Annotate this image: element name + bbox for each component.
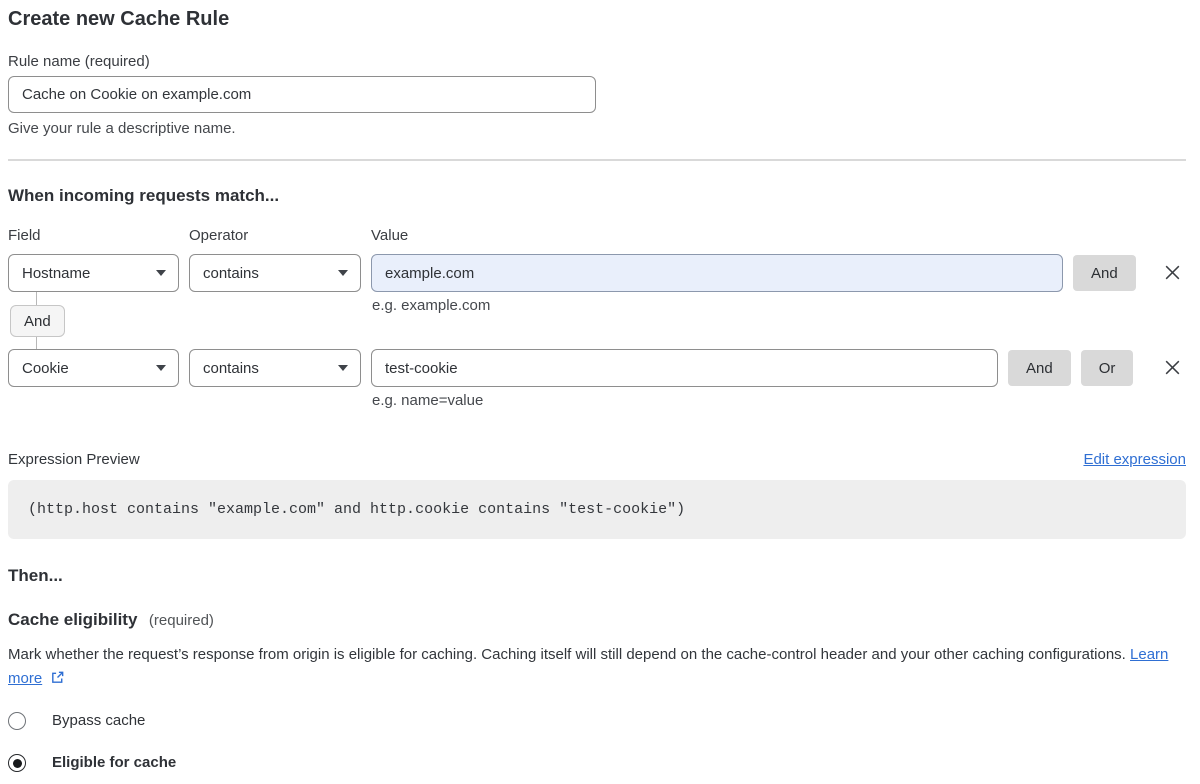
operator-select-2[interactable]: contains [189, 349, 361, 387]
value-hint-2: e.g. name=value [372, 392, 483, 409]
page-title: Create new Cache Rule [8, 8, 1186, 31]
remove-condition-button-1[interactable] [1162, 263, 1182, 283]
remove-condition-button-2[interactable] [1162, 358, 1182, 378]
section-divider [8, 159, 1186, 161]
chevron-down-icon [338, 270, 348, 276]
field-select-1[interactable]: Hostname [8, 254, 179, 292]
cache-eligibility-heading-row: Cache eligibility (required) [8, 609, 1186, 632]
cache-eligibility-heading: Cache eligibility [8, 610, 137, 629]
and-button-row2[interactable]: And [1008, 350, 1071, 386]
rule-name-input[interactable] [8, 76, 596, 113]
create-cache-rule-page: Create new Cache Rule Rule name (require… [0, 0, 1200, 774]
radio-eligible-for-cache[interactable]: Eligible for cache [8, 752, 1186, 774]
operator-select-1[interactable]: contains [189, 254, 361, 292]
radio-eligible-for-cache-label: Eligible for cache [52, 752, 176, 774]
description-text: Mark whether the request’s response from… [8, 646, 1126, 663]
cache-eligibility-description: Mark whether the request’s response from… [8, 643, 1173, 693]
operator-column-label: Operator [189, 226, 371, 246]
radio-icon [8, 754, 26, 772]
connector-line [36, 337, 37, 349]
match-heading: When incoming requests match... [8, 185, 1186, 207]
required-note: (required) [149, 612, 214, 629]
rule-name-label: Rule name (required) [8, 52, 1186, 72]
external-link-icon [50, 672, 65, 689]
condition-column-labels: Field Operator Value [8, 226, 1186, 246]
expression-preview-header: Expression Preview Edit expression [8, 450, 1186, 470]
then-heading: Then... [8, 565, 1186, 587]
close-icon [1163, 270, 1182, 285]
expression-preview-code: (http.host contains "example.com" and ht… [28, 500, 1166, 519]
chevron-down-icon [156, 365, 166, 371]
chevron-down-icon [338, 365, 348, 371]
field-select-2-value: Cookie [22, 360, 69, 377]
condition-connector: And [8, 292, 1186, 349]
value-column: e.g. name=value [371, 349, 998, 387]
operator-select-2-value: contains [203, 360, 259, 377]
or-button-row2[interactable]: Or [1081, 350, 1134, 386]
expression-preview-box: (http.host contains "example.com" and ht… [8, 480, 1186, 539]
condition-row: Cookie contains e.g. name=value And Or [8, 349, 1186, 387]
edit-expression-link[interactable]: Edit expression [1083, 450, 1186, 470]
chevron-down-icon [156, 270, 166, 276]
rule-name-helper: Give your rule a descriptive name. [8, 119, 1186, 139]
and-connector-button[interactable]: And [10, 305, 65, 337]
field-select-2[interactable]: Cookie [8, 349, 179, 387]
field-column-label: Field [8, 226, 189, 246]
condition-value-input-2[interactable] [371, 349, 998, 387]
radio-bypass-cache[interactable]: Bypass cache [8, 710, 1186, 732]
connector-line [36, 292, 37, 305]
value-column: e.g. example.com [371, 254, 1063, 292]
radio-icon [8, 712, 26, 730]
condition-value-input-1[interactable] [371, 254, 1063, 292]
value-column-label: Value [371, 226, 408, 246]
operator-select-1-value: contains [203, 265, 259, 282]
radio-bypass-cache-label: Bypass cache [52, 710, 145, 732]
field-select-1-value: Hostname [22, 265, 90, 282]
and-button-row1[interactable]: And [1073, 255, 1136, 291]
close-icon [1163, 365, 1182, 380]
condition-row: Hostname contains e.g. example.com And [8, 254, 1186, 292]
expression-preview-label: Expression Preview [8, 450, 140, 470]
